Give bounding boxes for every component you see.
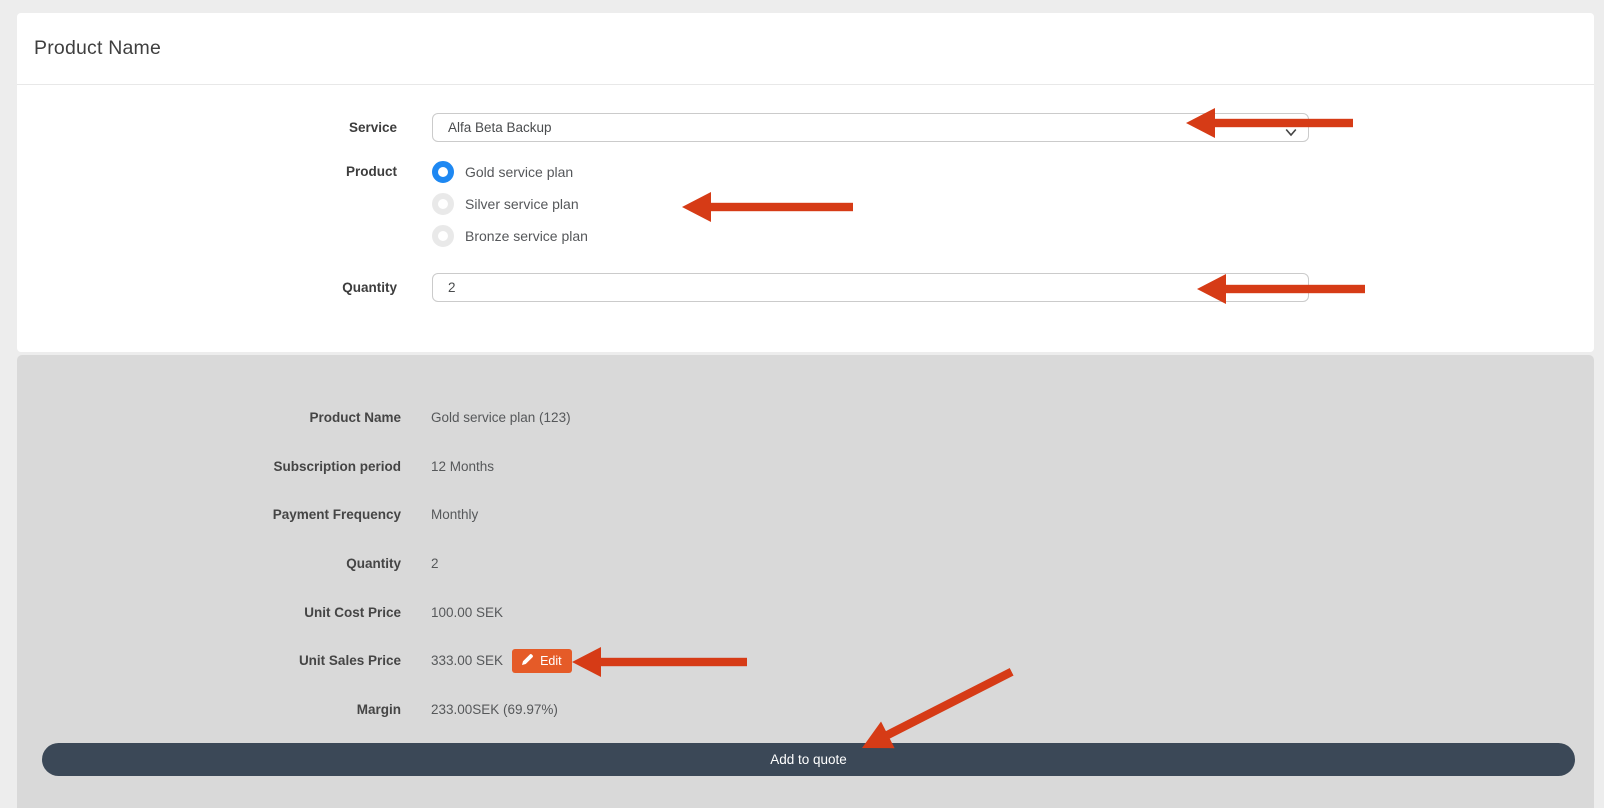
- radio-label-gold: Gold service plan: [465, 164, 573, 180]
- chevron-down-icon: [1285, 124, 1297, 142]
- summary-row-subscription-period: Subscription period 12 Months: [17, 442, 1594, 491]
- summary-label: Subscription period: [17, 459, 401, 474]
- summary-label: Margin: [17, 702, 401, 717]
- edit-button[interactable]: Edit: [512, 649, 572, 673]
- quantity-label: Quantity: [17, 273, 397, 302]
- product-row: Product Gold service plan Silver service…: [17, 156, 1594, 252]
- summary-value: Gold service plan (123): [431, 410, 571, 425]
- service-select-value: Alfa Beta Backup: [448, 120, 552, 135]
- summary-row-unit-cost-price: Unit Cost Price 100.00 SEK: [17, 588, 1594, 637]
- radio-label-silver: Silver service plan: [465, 196, 579, 212]
- radio-button-silver[interactable]: [432, 193, 454, 215]
- quantity-input[interactable]: [432, 273, 1309, 302]
- summary-row-payment-frequency: Payment Frequency Monthly: [17, 491, 1594, 540]
- card-header: Product Name: [17, 13, 1594, 85]
- summary-row-unit-sales-price: Unit Sales Price 333.00 SEK Edit: [17, 636, 1594, 685]
- summary-value: 333.00 SEK Edit: [431, 649, 572, 673]
- radio-option-silver[interactable]: Silver service plan: [432, 188, 1309, 220]
- page-title: Product Name: [34, 37, 161, 60]
- summary-row-quantity: Quantity 2: [17, 539, 1594, 588]
- service-row: Service Alfa Beta Backup: [17, 113, 1594, 142]
- summary-label: Quantity: [17, 556, 401, 571]
- summary-value: Monthly: [431, 507, 478, 522]
- service-select[interactable]: Alfa Beta Backup: [432, 113, 1309, 142]
- summary-row-product-name: Product Name Gold service plan (123): [17, 394, 1594, 443]
- product-radio-group: Gold service plan Silver service plan Br…: [432, 156, 1309, 252]
- radio-option-gold[interactable]: Gold service plan: [432, 156, 1309, 188]
- summary-value: 2: [431, 556, 439, 571]
- radio-label-bronze: Bronze service plan: [465, 228, 588, 244]
- product-label: Product: [17, 156, 397, 188]
- unit-sales-price-value: 333.00 SEK: [431, 653, 503, 668]
- quantity-row: Quantity: [17, 273, 1594, 302]
- product-card: Product Name Service Alfa Beta Backup Pr…: [17, 13, 1594, 352]
- summary-value: 12 Months: [431, 459, 494, 474]
- edit-button-label: Edit: [540, 654, 562, 668]
- radio-option-bronze[interactable]: Bronze service plan: [432, 220, 1309, 252]
- radio-button-bronze[interactable]: [432, 225, 454, 247]
- summary-label: Product Name: [17, 410, 401, 425]
- summary-label: Unit Cost Price: [17, 605, 401, 620]
- product-form: Service Alfa Beta Backup Product Gold s: [17, 85, 1594, 302]
- radio-button-gold[interactable]: [432, 161, 454, 183]
- add-to-quote-button[interactable]: Add to quote: [42, 743, 1575, 776]
- summary-panel: Product Name Gold service plan (123) Sub…: [17, 355, 1594, 808]
- summary-row-margin: Margin 233.00SEK (69.97%): [17, 685, 1594, 734]
- summary-value: 100.00 SEK: [431, 605, 503, 620]
- service-label: Service: [17, 113, 397, 142]
- summary-label: Payment Frequency: [17, 507, 401, 522]
- page: Product Name Service Alfa Beta Backup Pr…: [0, 0, 1604, 808]
- summary-label: Unit Sales Price: [17, 653, 401, 668]
- pencil-icon: [522, 654, 533, 668]
- summary-value: 233.00SEK (69.97%): [431, 702, 558, 717]
